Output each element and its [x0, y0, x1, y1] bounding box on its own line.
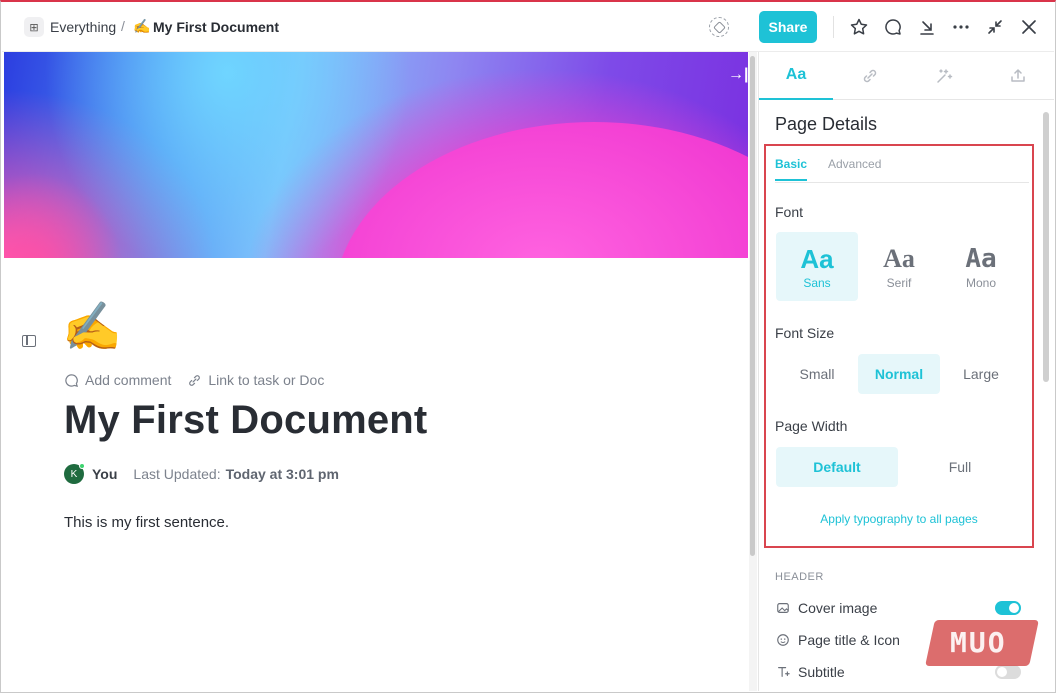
- collapse-panel-icon[interactable]: →|: [728, 66, 748, 84]
- tab-typography[interactable]: Aa: [759, 52, 833, 100]
- font-label: Font: [775, 204, 804, 220]
- link-icon: [189, 374, 201, 386]
- toggle-knob: [997, 667, 1007, 677]
- link-task-label: Link to task or Doc: [208, 372, 325, 388]
- page-width-full[interactable]: Full: [899, 447, 1021, 487]
- subtabs: Basic Advanced: [775, 157, 1029, 183]
- document-scrollbar[interactable]: [749, 52, 757, 691]
- text-icon: [775, 664, 791, 680]
- cover-image-toggle[interactable]: [995, 601, 1021, 615]
- space-grid-icon[interactable]: ⊞: [24, 17, 44, 37]
- font-size-label: Font Size: [775, 325, 835, 341]
- doc-meta: K You Last Updated: Today at 3:01 pm: [64, 463, 339, 484]
- header-section-label: HEADER: [775, 571, 824, 583]
- font-size-large[interactable]: Large: [940, 354, 1022, 394]
- online-status-dot: [79, 463, 85, 469]
- header-row-label: Page title & Icon: [798, 632, 900, 648]
- font-name: Sans: [803, 276, 831, 290]
- subtab-basic[interactable]: Basic: [775, 157, 808, 181]
- author-name: You: [92, 466, 118, 482]
- watermark-text: MUO: [950, 626, 1007, 659]
- page-title[interactable]: My First Document: [64, 398, 427, 443]
- font-option-serif[interactable]: Aa Serif: [858, 232, 940, 301]
- typography-icon: Aa: [785, 66, 807, 83]
- breadcrumb-space[interactable]: Everything: [50, 19, 116, 35]
- link-task-button[interactable]: Link to task or Doc: [187, 372, 324, 388]
- updated-value: Today at 3:01 pm: [225, 466, 339, 482]
- export-icon: [1011, 69, 1025, 82]
- font-size-small[interactable]: Small: [776, 354, 858, 394]
- header-row-label: Cover image: [798, 600, 878, 616]
- close-icon[interactable]: [1018, 16, 1040, 38]
- font-sample: Aa: [800, 244, 834, 274]
- font-sample: Aa: [965, 244, 997, 274]
- panel-scrollbar[interactable]: [1043, 112, 1049, 382]
- tab-export[interactable]: [981, 52, 1054, 100]
- watermark-logo: MUO: [925, 618, 1039, 668]
- cover-shape: [334, 122, 748, 258]
- font-size-normal[interactable]: Normal: [858, 354, 940, 394]
- font-name: Serif: [886, 276, 912, 290]
- comment-icon[interactable]: [882, 16, 904, 38]
- header-row-label: Subtitle: [798, 664, 845, 680]
- breadcrumb-doc[interactable]: My First Document: [153, 19, 279, 35]
- panel-title: Page Details: [775, 114, 878, 134]
- doc-icon[interactable]: ✍️: [62, 300, 122, 356]
- star-icon[interactable]: [848, 16, 870, 38]
- highlight-box: [764, 144, 1034, 548]
- share-button[interactable]: Share: [759, 11, 817, 43]
- toolbar-divider: [833, 16, 834, 38]
- updated-label: Last Updated:: [133, 466, 221, 482]
- apply-typography-link[interactable]: Apply typography to all pages: [775, 512, 1023, 526]
- smiley-icon: [775, 632, 791, 648]
- sidebar-toggle-icon[interactable]: [22, 335, 36, 347]
- doc-emoji-icon: ✍️: [133, 18, 151, 34]
- doc-body-text[interactable]: This is my first sentence.: [64, 514, 229, 531]
- sparkles-icon: [937, 69, 953, 83]
- add-comment-label: Add comment: [85, 372, 172, 388]
- tab-relationships[interactable]: [833, 52, 907, 100]
- scrollbar-thumb[interactable]: [750, 56, 755, 556]
- breadcrumb-separator: /: [121, 18, 125, 34]
- page-width-label: Page Width: [775, 418, 848, 434]
- page-details-panel: Aa Page Details Basic Advanced Font Aa S…: [759, 52, 1054, 691]
- comment-icon: [65, 373, 79, 387]
- font-option-sans[interactable]: Aa Sans: [776, 232, 858, 301]
- cover-shape: [4, 172, 124, 258]
- download-icon[interactable]: [916, 16, 938, 38]
- doc-actions: Add comment Link to task or Doc: [64, 372, 324, 388]
- font-name: Mono: [965, 276, 997, 290]
- panel-tabs: Aa: [759, 52, 1054, 100]
- image-icon: [775, 600, 791, 616]
- toggle-knob: [1009, 603, 1019, 613]
- page-width-default[interactable]: Default: [776, 447, 898, 487]
- tab-ai[interactable]: [907, 52, 981, 100]
- header-row-cover-image: Cover image: [775, 596, 1025, 620]
- link-icon: [863, 69, 877, 83]
- add-comment-button[interactable]: Add comment: [64, 372, 171, 388]
- avatar-initial: K: [70, 468, 78, 480]
- font-sample: Aa: [883, 244, 915, 273]
- more-icon[interactable]: [950, 16, 972, 38]
- document-area: →| ✍️ Add comment Link to task or Doc My…: [2, 52, 748, 691]
- minimize-icon[interactable]: [984, 16, 1006, 38]
- tag-icon[interactable]: [709, 17, 729, 37]
- avatar[interactable]: K: [64, 463, 85, 484]
- subtab-advanced[interactable]: Advanced: [828, 157, 881, 171]
- top-bar: ⊞ Everything / ✍️ My First Document Shar…: [2, 2, 1054, 52]
- cover-image[interactable]: →|: [4, 52, 748, 258]
- font-option-mono[interactable]: Aa Mono: [940, 232, 1022, 301]
